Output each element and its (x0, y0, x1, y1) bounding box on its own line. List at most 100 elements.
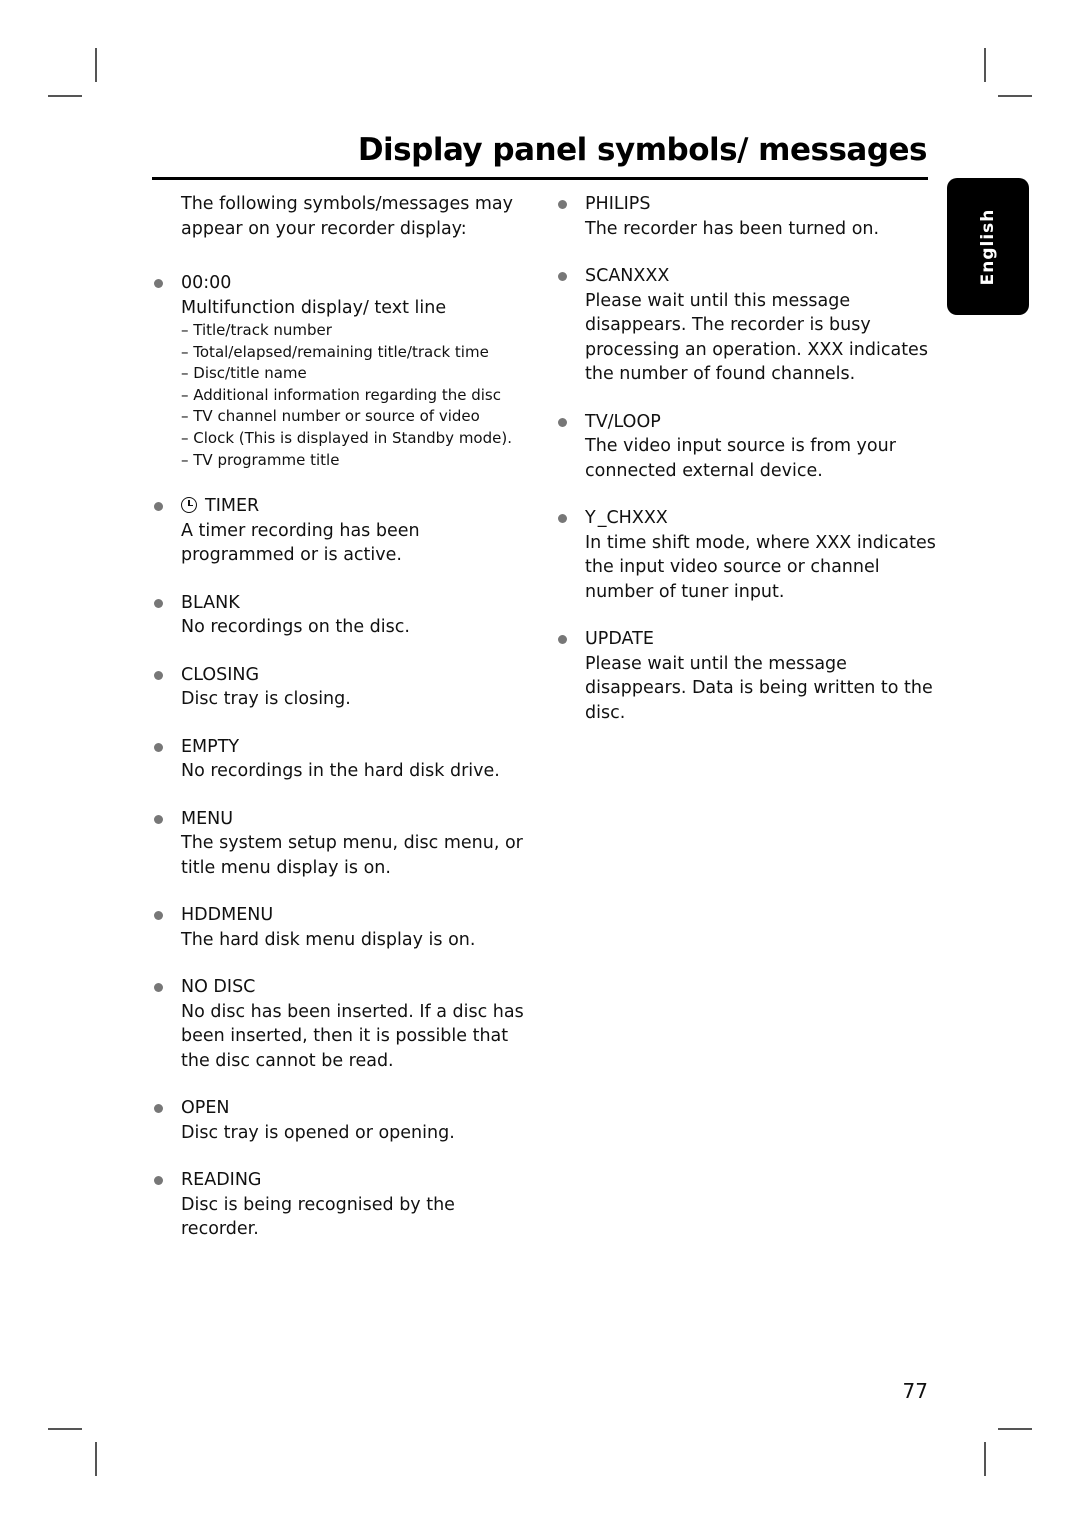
message-description: In time shift mode, where XXX indicates … (585, 532, 936, 602)
right-column: PHILIPS The recorder has been turned on. S… (556, 192, 936, 748)
message-code: UPDATE (585, 627, 936, 652)
message-description: The recorder has been turned on. (585, 218, 880, 239)
bullet-icon (154, 1176, 163, 1186)
sub-item: – Title/track number (181, 321, 332, 339)
left-column: The following symbols/messages may appea… (152, 192, 532, 1265)
bullet-icon (154, 670, 163, 680)
bullet-icon (154, 983, 163, 993)
language-tab: English (947, 178, 1029, 315)
page-title: Display panel symbols/ messages (357, 132, 928, 168)
message-item: TV/LOOP The video input source is from yo… (556, 410, 936, 484)
bullet-icon (154, 598, 163, 608)
message-code: READING (181, 1168, 532, 1193)
language-tab-label: English (978, 208, 998, 285)
message-code-text: PHILIPS (585, 194, 651, 214)
right-list: PHILIPS The recorder has been turned on. S… (556, 192, 936, 725)
message-code-text: OPEN (181, 1098, 230, 1119)
message-code: SCANXXX (585, 264, 936, 289)
bullet-icon (558, 200, 567, 209)
message-description: No recordings on the disc. (181, 617, 410, 638)
message-code: TIMER (181, 494, 532, 519)
message-code-text: CLOSING (181, 664, 260, 685)
message-description: A timer recording has been programmed or… (181, 520, 420, 566)
message-description: No recordings in the hard disk drive. (181, 761, 500, 782)
message-item: CLOSING Disc tray is closing. (152, 663, 532, 712)
bullet-icon (558, 417, 567, 427)
clock-icon (181, 497, 197, 514)
bullet-icon (154, 1104, 163, 1114)
message-item: OPEN Disc tray is opened or opening. (152, 1096, 532, 1145)
bullet-icon (154, 502, 163, 512)
message-code: 00:00 (181, 271, 532, 296)
message-code: HDDMENU (181, 903, 532, 928)
message-description: No disc has been inserted. If a disc has… (181, 1001, 524, 1071)
message-code: OPEN (181, 1096, 532, 1121)
sub-item: – TV channel number or source of video (181, 407, 480, 426)
message-code-text: 00:00 (181, 273, 232, 293)
crop-mark (984, 1442, 986, 1476)
message-description: Disc tray is closing. (181, 689, 351, 710)
message-code: NO DISC (181, 975, 532, 1000)
bullet-icon (154, 911, 163, 921)
bullet-icon (558, 272, 567, 281)
message-code: EMPTY (181, 735, 532, 760)
bullet-icon (154, 814, 163, 824)
crop-mark (95, 1442, 97, 1476)
bullet-icon (558, 514, 567, 523)
message-item: PHILIPS The recorder has been turned on. (556, 192, 936, 241)
sub-item: – Disc/title name (181, 364, 307, 383)
crop-mark (48, 1428, 82, 1430)
message-item: NO DISC No disc has been inserted. If a d… (152, 975, 532, 1073)
message-code-text: READING (181, 1170, 262, 1191)
sub-item: – TV programme title (181, 450, 340, 469)
message-description: Disc tray is opened or opening. (181, 1122, 455, 1143)
message-code: TV/LOOP (585, 410, 936, 435)
message-code: CLOSING (181, 663, 532, 688)
crop-mark (48, 95, 82, 97)
message-code: PHILIPS (585, 192, 936, 217)
message-code: MENU (181, 807, 532, 832)
message-item: MENU The system setup menu, disc menu, or… (152, 807, 532, 881)
message-code-text: _CHXXX (597, 508, 668, 528)
sub-item: – Additional information regarding the d… (181, 385, 501, 404)
message-description: The video input source is from your conn… (585, 436, 896, 481)
message-code-text: BLANK (181, 592, 240, 613)
message-item: EMPTY No recordings in the hard disk driv… (152, 735, 532, 784)
message-description: Please wait until this message disappear… (585, 290, 928, 385)
message-description: Multifunction display/ text line (181, 297, 447, 318)
message-item: BLANK No recordings on the disc. (152, 591, 532, 640)
message-code-text: EMPTY (181, 736, 240, 757)
message-code-text: HDDMENU (181, 905, 274, 926)
page-number: 77 (902, 1379, 928, 1403)
message-code-text: SCANXXX (585, 266, 670, 286)
crop-mark (998, 1428, 1032, 1430)
message-item: TIMER A timer recording has been programm… (152, 494, 532, 568)
crop-mark (95, 48, 97, 82)
message-item: READING Disc is being recognised by the r… (152, 1168, 532, 1242)
message-item: Y _CHXXX In time shift mode, where XXX ind… (556, 506, 936, 604)
message-code-text: MENU (181, 808, 234, 829)
message-description: Please wait until the message disappears… (585, 653, 933, 723)
message-description: The hard disk menu display is on. (181, 929, 476, 950)
message-code: BLANK (181, 591, 532, 616)
bullet-icon (154, 742, 163, 752)
sub-item: – Total/elapsed/remaining title/track ti… (181, 342, 489, 361)
message-code-text: NO DISC (181, 977, 256, 998)
message-item: 00:00 Multifunction display/ text line – T… (152, 271, 532, 471)
title-rule (152, 177, 928, 180)
message-code: Y _CHXXX (585, 506, 936, 531)
crop-mark (984, 48, 986, 82)
intro-text: The following symbols/messages may appea… (181, 194, 514, 239)
crop-mark (998, 95, 1032, 97)
message-item: SCANXXX Please wait until this message di… (556, 264, 936, 387)
sub-item: – Clock (This is displayed in Standby mo… (181, 428, 512, 447)
message-code-text: TIMER (205, 496, 260, 517)
bullet-icon (154, 279, 163, 288)
message-code-text: TV/LOOP (585, 411, 661, 432)
message-code-text: UPDATE (585, 629, 654, 649)
bullet-icon (558, 635, 567, 644)
antenna-icon: Y (585, 508, 596, 528)
message-item: HDDMENU The hard disk menu display is on. (152, 903, 532, 952)
left-list: 00:00 Multifunction display/ text line – T… (152, 271, 532, 1242)
message-description: Disc is being recognised by the recorder… (181, 1194, 455, 1240)
